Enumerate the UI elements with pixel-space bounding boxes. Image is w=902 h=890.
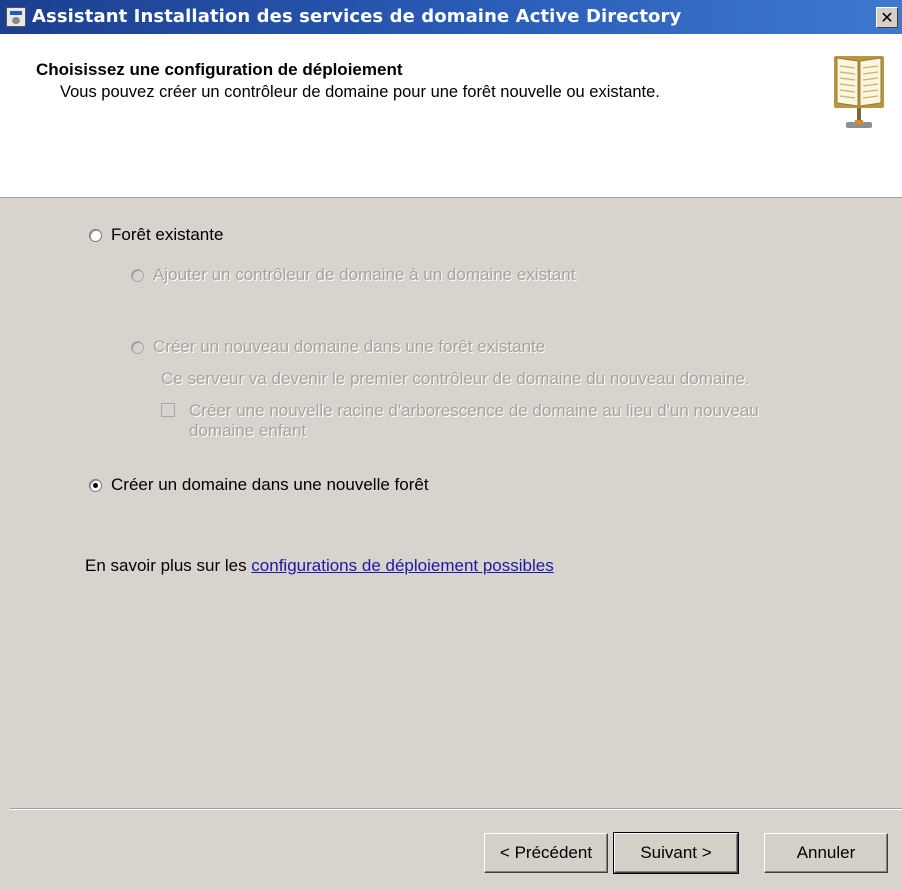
checkbox-new-tree-root: Créer une nouvelle racine d'arborescence…	[161, 401, 759, 441]
learn-more-prefix: En savoir plus sur les	[85, 556, 252, 575]
deployment-configurations-link[interactable]: configurations de déploiement possibles	[251, 556, 553, 575]
wizard-header: Choisissez une configuration de déploiem…	[0, 34, 902, 198]
close-icon: ✕	[880, 8, 894, 27]
next-button[interactable]: Suivant >	[613, 832, 739, 874]
radio-add-dc-existing-domain: Ajouter un contrôleur de domaine à un do…	[131, 265, 575, 285]
new-domain-description: Ce serveur va devenir le premier contrôl…	[161, 369, 750, 388]
window-title: Assistant Installation des services de d…	[32, 6, 682, 27]
wizard-window: Assistant Installation des services de d…	[0, 0, 902, 890]
book-icon	[834, 56, 884, 128]
page-subtitle: Vous pouvez créer un contrôleur de domai…	[60, 83, 660, 101]
checkbox-label-line1: Créer une nouvelle racine d'arborescence…	[189, 401, 759, 420]
radio-button	[131, 340, 144, 354]
page-title: Choisissez une configuration de déploiem…	[36, 60, 403, 79]
radio-button	[131, 268, 144, 282]
wizard-content: Forêt existante Ajouter un contrôleur de…	[0, 198, 902, 808]
radio-label: Forêt existante	[111, 225, 224, 244]
footer-separator	[10, 808, 902, 810]
radio-new-domain-existing-forest: Créer un nouveau domaine dans une forêt …	[131, 337, 545, 357]
radio-button[interactable]	[89, 228, 102, 242]
title-bar[interactable]: Assistant Installation des services de d…	[0, 0, 902, 34]
back-button[interactable]: < Précédent	[484, 833, 608, 873]
checkbox-label-line2: domaine enfant	[189, 421, 307, 440]
learn-more-text: En savoir plus sur les configurations de…	[85, 556, 554, 576]
cancel-button[interactable]: Annuler	[764, 833, 888, 873]
radio-button[interactable]	[89, 478, 102, 492]
radio-existing-forest[interactable]: Forêt existante	[89, 225, 223, 245]
close-button[interactable]: ✕	[876, 7, 898, 28]
checkbox	[161, 403, 175, 417]
radio-label: Créer un nouveau domaine dans une forêt …	[153, 337, 546, 356]
radio-label: Ajouter un contrôleur de domaine à un do…	[153, 265, 576, 284]
radio-label: Créer un domaine dans une nouvelle forêt	[111, 475, 429, 494]
radio-new-forest[interactable]: Créer un domaine dans une nouvelle forêt	[89, 475, 429, 495]
server-manager-icon	[6, 7, 26, 27]
checkbox-label: Créer une nouvelle racine d'arborescence…	[189, 401, 759, 441]
